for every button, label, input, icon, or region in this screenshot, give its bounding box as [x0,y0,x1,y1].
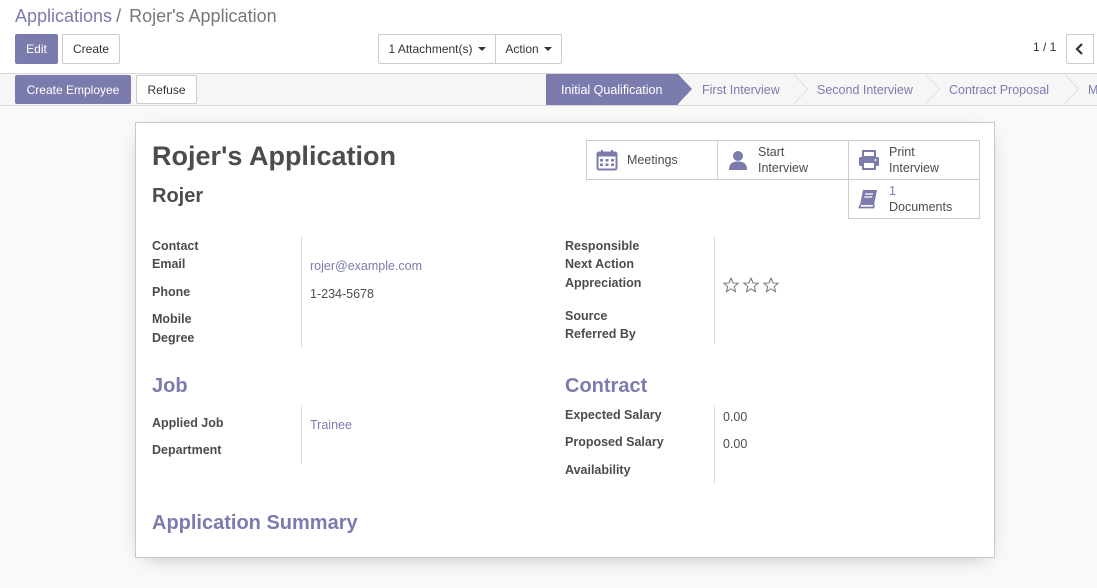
create-button[interactable]: Create [62,34,120,64]
page-title: Rojer's Application [152,141,396,171]
start-interview-smart-button[interactable]: Start Interview [717,140,849,180]
proposed-salary-field[interactable]: 0.00 [723,437,747,451]
edit-button-label: Edit [26,42,47,56]
applied-job-field[interactable]: Trainee [310,418,352,432]
stage-label: Initial Qualification [561,82,663,97]
refuse-label: Refuse [147,82,186,97]
meetings-label: Meetings [627,153,678,167]
phone-field[interactable]: 1-234-5678 [310,287,374,301]
appreciation-stars [723,277,779,293]
mobile-label: Mobile [152,312,192,326]
availability-label: Availability [565,463,631,477]
degree-label: Degree [152,331,195,345]
star-icon[interactable] [763,277,779,293]
pager-value[interactable]: 1 / 1 [1033,40,1056,54]
documents-count: 1 [889,184,896,198]
field-divider [301,406,302,464]
email-label: Email [152,257,186,271]
stage-label: Second Interview [817,82,913,97]
breadcrumb-applications-link[interactable]: Applications [15,6,112,26]
star-icon[interactable] [743,277,759,293]
stage-contract-proposal[interactable]: Contract Proposal [925,74,1079,105]
refuse-button[interactable]: Refuse [136,75,197,104]
contact-label: Contact [152,239,199,253]
next-action-label: Next Action [565,257,634,271]
print-interview-smart-button[interactable]: Print Interview [848,140,980,180]
stage-label: First Interview [702,82,780,97]
stage-initial-qualification[interactable]: Initial Qualification [546,74,692,105]
print-interview-label: Print Interview [889,144,939,176]
documents-label: 1 Documents [889,183,952,215]
contract-section-title: Contract [565,375,648,397]
edit-button[interactable]: Edit [15,34,58,64]
job-section-title: Job [152,375,188,397]
breadcrumb-current: Rojer's Application [129,6,277,26]
responsible-label: Responsible [565,239,640,253]
start-interview-label: Start Interview [758,144,808,176]
print-icon [857,148,881,172]
field-divider [301,236,302,348]
chevron-left-icon [1075,43,1083,55]
source-label: Source [565,309,608,323]
caret-down-icon [543,47,552,51]
applied-job-label: Applied Job [152,416,224,430]
start-interview-line-1: Start [758,145,785,159]
print-interview-line-1: Print [889,145,915,159]
create-employee-label: Create Employee [26,82,120,97]
print-interview-line-2: Interview [889,161,940,175]
field-divider [714,236,715,344]
documents-text: Documents [889,200,953,214]
action-label: Action [505,42,539,56]
user-icon [726,148,750,172]
stage-label: Contract Proposal [949,82,1050,97]
proposed-salary-label: Proposed Salary [565,435,664,449]
book-icon [857,187,881,211]
create-button-label: Create [72,42,110,56]
control-panel: Applications / Rojer's Application Edit Cr… [0,0,1097,74]
form-sheet: Meetings Start Interview Print Interview 1… [135,122,995,558]
stage-first-interview[interactable]: First Interview [678,74,808,105]
attachments-label: 1 Attachment(s) [388,42,473,56]
department-label: Department [152,443,222,457]
phone-label: Phone [152,285,191,299]
stage-second-interview[interactable]: Second Interview [793,74,940,105]
stage-label: M [1088,82,1097,97]
expected-salary-field[interactable]: 0.00 [723,410,747,424]
action-dropdown[interactable]: Action [495,34,562,64]
email-field[interactable]: rojer@example.com [310,259,422,273]
field-divider [714,406,715,484]
calendar-icon [595,148,619,172]
expected-salary-label: Expected Salary [565,408,662,422]
create-employee-button[interactable]: Create Employee [15,75,131,104]
start-interview-line-2: Interview [758,161,809,175]
star-icon[interactable] [723,277,739,293]
application-summary-title: Application Summary [152,512,358,534]
breadcrumb: Applications / Rojer's Application [15,5,277,27]
appreciation-label: Appreciation [565,276,642,290]
documents-smart-button[interactable]: 1 Documents [848,179,980,219]
stage-pipeline: Initial Qualification First Interview Se… [546,74,1097,105]
meetings-smart-button[interactable]: Meetings [586,140,718,180]
statusbar: Create Employee Refuse Initial Qualifica… [0,74,1097,106]
caret-down-icon [477,47,486,51]
breadcrumb-separator: / [116,6,122,26]
attachments-dropdown[interactable]: 1 Attachment(s) [378,34,496,64]
referred-by-label: Referred By [565,327,636,341]
pager-previous-button[interactable] [1066,34,1094,64]
applicant-name[interactable]: Rojer [152,185,203,208]
